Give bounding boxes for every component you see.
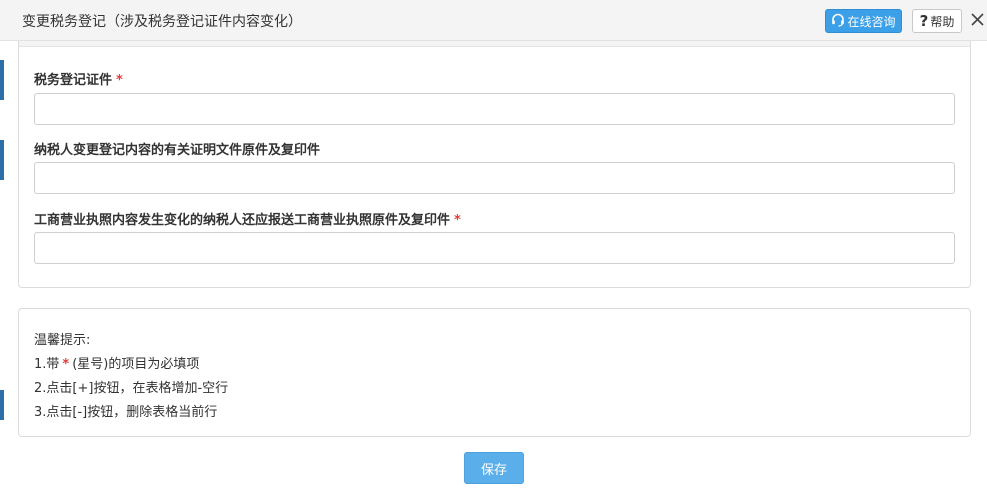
field-label-change-proof-documents: 纳税人变更登记内容的有关证明文件原件及复印件 [34, 143, 321, 158]
close-icon [970, 12, 984, 30]
change-proof-documents-input[interactable] [34, 162, 955, 194]
save-button[interactable]: 保存 [464, 452, 524, 484]
field-label-tax-registration-certificate: 税务登记证件 * [34, 73, 123, 88]
tip-add-row: 2.点击[+]按钮，在表格增加-空行 [34, 381, 229, 396]
help-button[interactable]: ? 帮助 [912, 9, 962, 33]
close-button[interactable] [968, 10, 986, 32]
change-tax-registration-dialog: 变更税务登记（涉及税务登记证件内容变化） 在线咨询 ? 帮助 税务登记证件 * … [0, 0, 987, 488]
panel-header-strip [19, 41, 970, 47]
dialog-title: 变更税务登记（涉及税务登记证件内容变化） [22, 14, 302, 30]
online-consult-button[interactable]: 在线咨询 [825, 9, 902, 33]
tips-panel: 温馨提示: 1.带 * (星号)的项目为必填项 2.点击[+]按钮，在表格增加-空行… [18, 308, 971, 437]
required-mark: * [116, 73, 123, 88]
background-page-edge [0, 140, 4, 180]
tip-delete-row: 3.点击[-]按钮，删除表格当前行 [34, 405, 218, 420]
tax-registration-certificate-input[interactable] [34, 93, 955, 125]
attachment-form-panel: 税务登记证件 * 纳税人变更登记内容的有关证明文件原件及复印件 工商营业执照内容发… [18, 41, 971, 288]
headset-icon [831, 13, 845, 30]
tip-required-fields: 1.带 * (星号)的项目为必填项 [34, 357, 200, 372]
dialog-titlebar: 变更税务登记（涉及税务登记证件内容变化） 在线咨询 ? 帮助 [0, 0, 987, 41]
tips-heading: 温馨提示: [34, 333, 91, 348]
online-consult-label: 在线咨询 [847, 14, 896, 29]
required-star: * [62, 357, 70, 372]
background-page-edge [0, 390, 4, 420]
required-mark: * [454, 213, 461, 228]
field-label-business-license-copy: 工商营业执照内容发生变化的纳税人还应报送工商营业执照原件及复印件 * [34, 213, 461, 228]
question-mark-icon: ? [919, 11, 929, 30]
background-page-edge [0, 60, 4, 100]
business-license-copy-input[interactable] [34, 232, 955, 264]
help-label: 帮助 [930, 14, 955, 29]
